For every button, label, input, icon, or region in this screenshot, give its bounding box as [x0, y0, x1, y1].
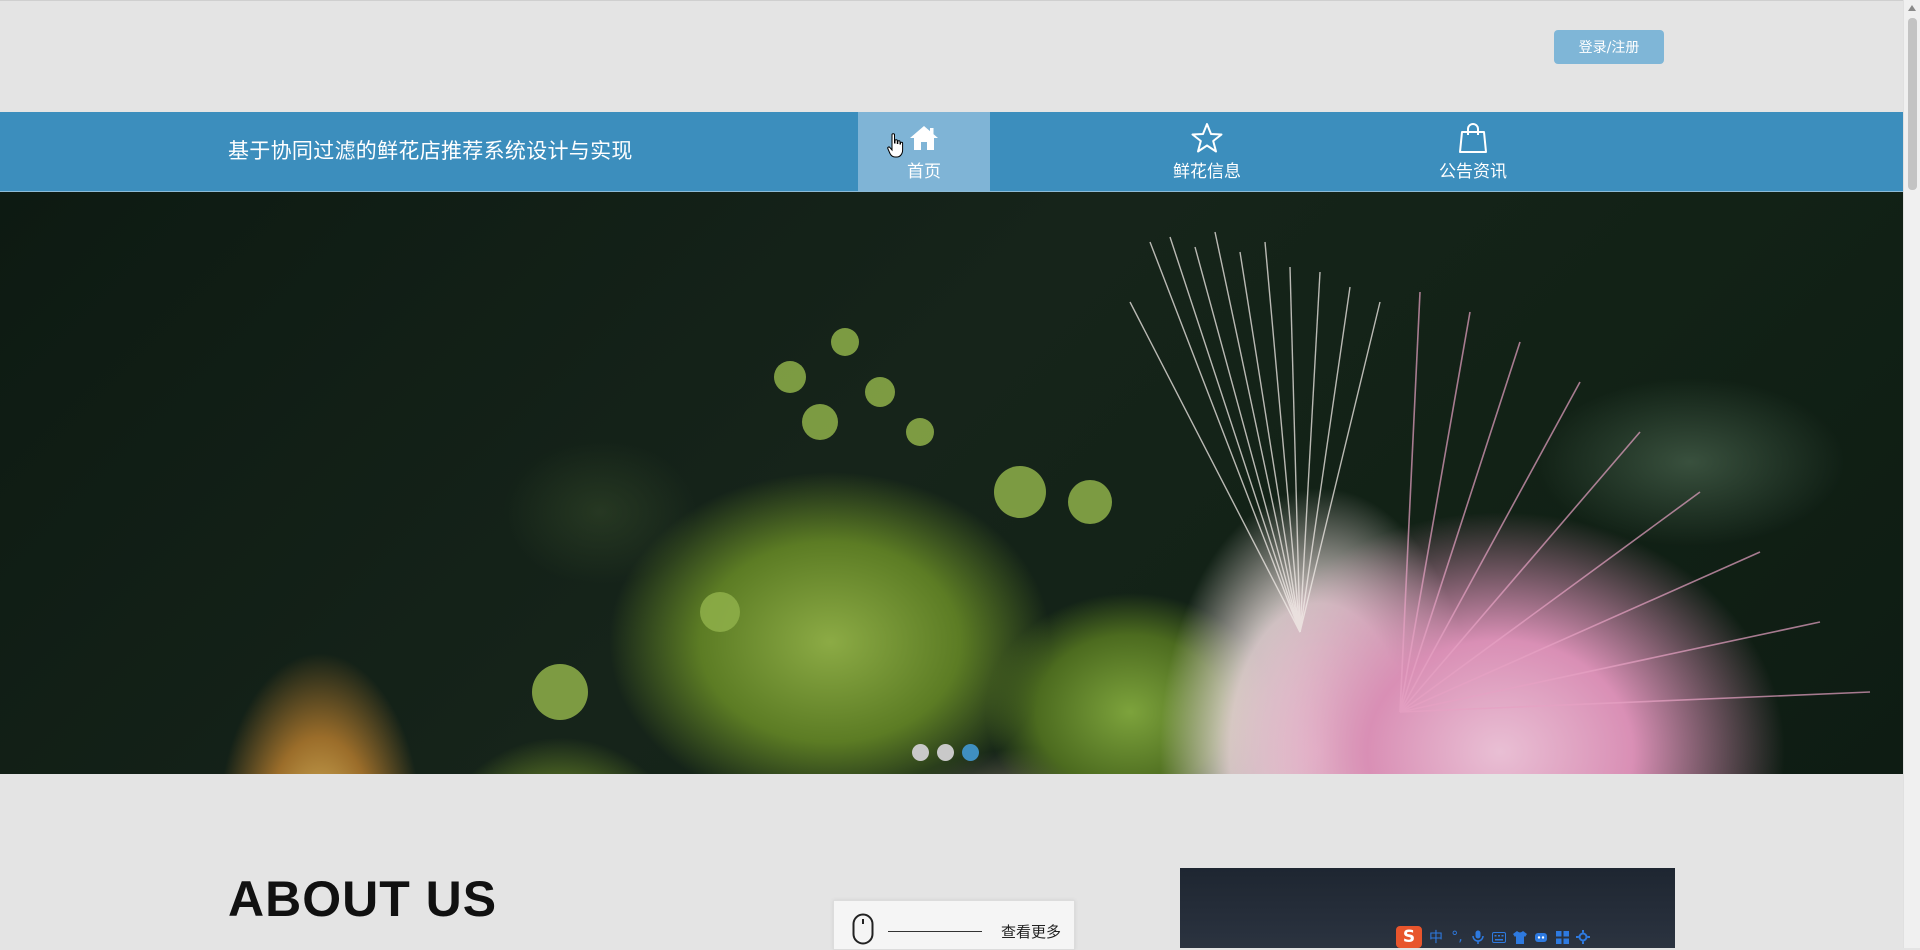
- view-more-link[interactable]: 查看更多: [1001, 921, 1061, 942]
- toolbox-grid-icon[interactable]: [1555, 930, 1569, 944]
- carousel-indicators: [912, 744, 979, 761]
- nav-item-announcements[interactable]: 公告资讯: [1406, 112, 1540, 191]
- hero-carousel[interactable]: [0, 192, 1903, 774]
- ime-toolbar: S 中 °,: [1396, 926, 1590, 948]
- ime-logo-icon[interactable]: S: [1396, 926, 1422, 948]
- ime-mode-toggle[interactable]: 中: [1429, 930, 1443, 946]
- microphone-icon[interactable]: [1471, 930, 1485, 944]
- nav-item-home[interactable]: 首页: [858, 112, 990, 191]
- main-navbar: 基于协同过滤的鲜花店推荐系统设计与实现 首页 鲜花信息 公告资讯: [0, 112, 1903, 192]
- carousel-dot-1[interactable]: [912, 744, 929, 761]
- home-icon: [910, 126, 938, 150]
- robot-assistant-icon[interactable]: [1534, 930, 1548, 944]
- carousel-dot-3[interactable]: [962, 744, 979, 761]
- vertical-scrollbar[interactable]: [1903, 0, 1920, 948]
- nav-item-label: 鲜花信息: [1173, 162, 1241, 182]
- hand-pointer-cursor-icon: [887, 133, 904, 158]
- shopping-bag-icon: [1459, 123, 1487, 153]
- top-header-bar: 登录/注册: [0, 0, 1903, 113]
- nav-item-flower-info[interactable]: 鲜花信息: [1140, 112, 1274, 191]
- settings-gear-icon[interactable]: [1576, 930, 1590, 944]
- mouse-icon: [852, 913, 874, 945]
- scroll-up-arrow-icon[interactable]: [1908, 5, 1916, 11]
- site-title: 基于协同过滤的鲜花店推荐系统设计与实现: [228, 139, 633, 163]
- flower-fibers-decoration: [532, 231, 1871, 720]
- view-more-panel: 查看更多: [833, 900, 1075, 950]
- about-heading: ABOUT US: [228, 871, 498, 927]
- scrollbar-thumb[interactable]: [1908, 18, 1917, 190]
- login-register-button[interactable]: 登录/注册: [1554, 30, 1664, 64]
- keyboard-icon[interactable]: [1492, 930, 1506, 944]
- star-icon: [1191, 123, 1223, 153]
- ime-punctuation-toggle[interactable]: °,: [1450, 929, 1464, 945]
- carousel-dot-2[interactable]: [937, 744, 954, 761]
- divider-line: [888, 931, 982, 932]
- nav-item-label: 公告资讯: [1439, 162, 1507, 182]
- skin-shirt-icon[interactable]: [1513, 930, 1527, 944]
- nav-item-label: 首页: [907, 162, 941, 182]
